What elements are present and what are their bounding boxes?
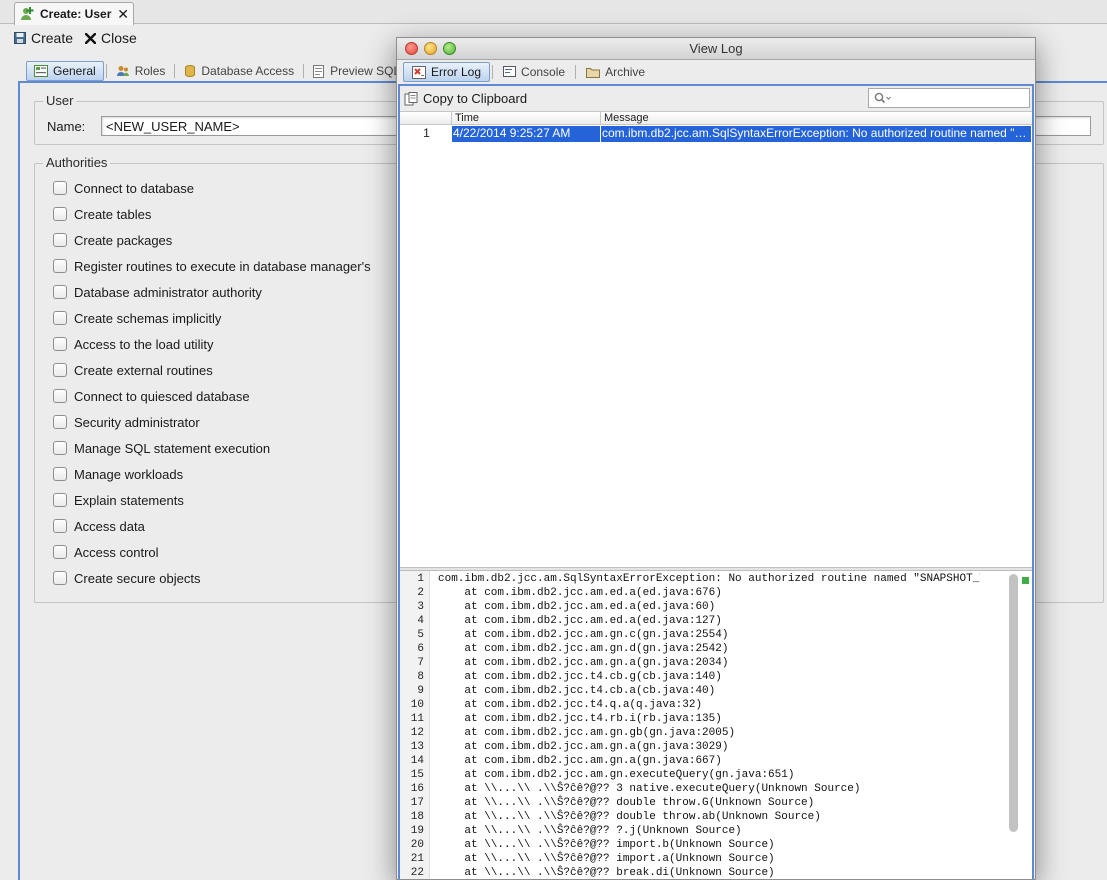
checkbox[interactable] [53,259,67,273]
error-log-panel: Copy to Clipboard Time Message 1 4/22/20… [398,84,1034,879]
view-log-titlebar[interactable]: View Log [397,38,1035,60]
log-search-input[interactable] [868,88,1030,108]
authority-sqladm[interactable]: Manage SQL statement execution [53,438,270,458]
checkbox[interactable] [53,441,67,455]
authority-dbadm[interactable]: Database administrator authority [53,282,262,302]
column-header-message[interactable]: Message [600,112,1032,125]
close-label: Close [101,30,137,46]
view-log-window: View Log Error Log Console Archive Copy … [396,37,1036,880]
error-log-icon [412,65,426,79]
clipboard-icon [404,91,418,105]
checkbox[interactable] [53,389,67,403]
checkbox[interactable] [53,519,67,533]
tab-separator [575,65,577,79]
preview-sql-icon [313,64,325,78]
authority-wlmadm[interactable]: Manage workloads [53,464,183,484]
authority-create-packages[interactable]: Create packages [53,230,172,250]
editor-toolbar: Create Close [14,28,149,48]
row-message: com.ibm.db2.jcc.am.SqlSyntaxErrorExcepti… [601,126,1031,142]
checkbox[interactable] [53,415,67,429]
authority-external-routines[interactable]: Create external routines [53,360,213,380]
authority-quiesce-connect[interactable]: Connect to quiesced database [53,386,250,406]
authority-load[interactable]: Access to the load utility [53,334,213,354]
close-x-icon [85,32,97,44]
user-group-legend: User [43,93,77,108]
row-time: 4/22/2014 9:25:27 AM [452,126,600,142]
tab-roles[interactable]: Roles [109,61,173,81]
vertical-scrollbar[interactable] [1009,574,1018,832]
tab-archive[interactable]: Archive [578,62,653,82]
stack-trace-viewer[interactable]: 1 com.ibm.db2.jcc.am.SqlSyntaxErrorExcept… [400,571,1032,879]
table-header: Time Message [400,112,1032,125]
create-button[interactable]: Create [14,30,73,46]
tab-separator [492,65,494,79]
copy-to-clipboard-button[interactable]: Copy to Clipboard [400,86,1032,111]
checkbox[interactable] [53,363,67,377]
status-marker-icon [1022,577,1029,584]
authority-dataaccess[interactable]: Access data [53,516,145,536]
authorities-legend: Authorities [43,155,111,170]
tab-separator [303,64,305,78]
checkbox[interactable] [53,467,67,481]
authority-create-tables[interactable]: Create tables [53,204,151,224]
table-row[interactable]: 1 4/22/2014 9:25:27 AM com.ibm.db2.jcc.a… [400,126,1032,142]
authority-accessctrl[interactable]: Access control [53,542,159,562]
checkbox[interactable] [53,493,67,507]
editor-tab-title: Create: User [40,7,112,21]
tab-separator [105,64,107,78]
tab-general[interactable]: General [26,61,104,81]
create-label: Create [31,30,74,46]
checkbox[interactable] [53,337,67,351]
search-icon [874,92,891,104]
editor-sub-tabs: General Roles Database Access Preview SQ… [26,61,407,81]
copy-label: Copy to Clipboard [423,91,528,106]
name-label: Name: [47,119,86,134]
add-user-icon [21,7,34,20]
column-header-index [400,112,452,125]
tab-database-access[interactable]: Database Access [177,61,301,81]
error-log-table: Time Message 1 4/22/2014 9:25:27 AM com.… [400,111,1032,567]
log-tabs: Error Log Console Archive [403,61,653,83]
checkbox[interactable] [53,285,67,299]
row-index: 1 [423,126,430,140]
checkbox[interactable] [53,571,67,585]
authority-implicit-schema[interactable]: Create schemas implicitly [53,308,221,328]
roles-icon [116,66,129,76]
close-button[interactable]: Close [85,30,137,46]
checkbox[interactable] [53,181,67,195]
authority-connect-database[interactable]: Connect to database [53,178,194,198]
column-header-time[interactable]: Time [451,112,601,125]
editor-tab-create-user[interactable]: Create: User ✕ [14,2,134,25]
folder-icon [586,68,601,78]
editor-tab-strip: Create: User ✕ [0,0,1107,25]
authority-create-secure-objects[interactable]: Create secure objects [53,568,200,588]
tab-error-log[interactable]: Error Log [403,62,491,82]
code-line: 1 com.ibm.db2.jcc.am.SqlSyntaxErrorExcept… [417,573,980,585]
close-icon[interactable]: ✕ [117,6,129,23]
window-title: View Log [689,41,743,56]
authority-register-routines[interactable]: Register routines to execute in database… [53,256,371,276]
tab-separator [174,64,176,78]
checkbox[interactable] [53,311,67,325]
tab-preview-sql[interactable]: Preview SQL [306,61,407,81]
general-icon [34,65,48,77]
authority-secadm[interactable]: Security administrator [53,412,200,432]
authority-explain[interactable]: Explain statements [53,490,184,510]
checkbox[interactable] [53,233,67,247]
database-access-icon [185,65,196,77]
checkbox[interactable] [53,545,67,559]
save-icon [14,32,26,44]
tab-console[interactable]: Console [495,62,573,82]
checkbox[interactable] [53,207,67,221]
console-icon [503,66,517,77]
